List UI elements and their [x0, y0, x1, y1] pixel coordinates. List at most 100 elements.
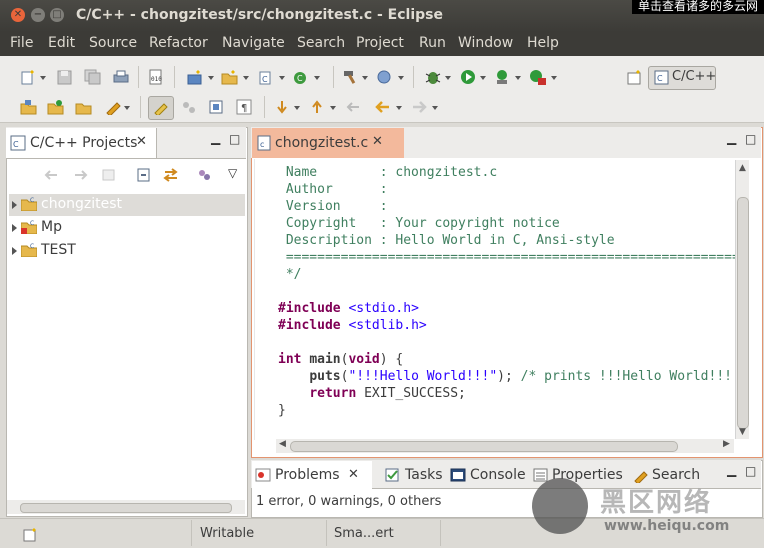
- dropdown-icon[interactable]: [445, 76, 451, 80]
- minimize-view-icon[interactable]: ▁: [727, 131, 736, 145]
- forward-nav-icon[interactable]: [72, 167, 90, 183]
- link-with-editor-icon[interactable]: [162, 167, 180, 183]
- dropdown-icon[interactable]: [243, 76, 249, 80]
- maximize-view-icon[interactable]: □: [229, 132, 240, 146]
- menu-help[interactable]: Help: [527, 35, 559, 51]
- maximize-view-icon[interactable]: □: [745, 132, 756, 146]
- editor-vscroll-thumb[interactable]: [737, 197, 749, 429]
- view-menu-icon[interactable]: ▽: [228, 166, 237, 180]
- window-maximize-button[interactable]: □: [50, 8, 64, 22]
- search-globe-icon[interactable]: [376, 69, 394, 85]
- close-icon[interactable]: ✕: [348, 467, 359, 482]
- new-wizard-icon[interactable]: [20, 69, 38, 85]
- debug-icon[interactable]: [424, 69, 442, 85]
- menu-bar: File Edit Source Refactor Navigate Searc…: [0, 32, 764, 56]
- build-hammer-icon[interactable]: [342, 69, 360, 85]
- project-item-mp[interactable]: C Mp: [9, 217, 245, 239]
- dropdown-icon[interactable]: [314, 76, 320, 80]
- block-selection-icon[interactable]: [207, 99, 225, 115]
- external-tools-icon[interactable]: [529, 69, 547, 85]
- tasks-icon[interactable]: [384, 467, 402, 483]
- menu-refactor[interactable]: Refactor: [149, 35, 208, 51]
- menu-edit[interactable]: Edit: [48, 35, 75, 51]
- dropdown-icon[interactable]: [432, 106, 438, 110]
- toolbar-separator: [174, 66, 175, 88]
- menu-source[interactable]: Source: [89, 35, 137, 51]
- code-editor[interactable]: Name : chongzitest.c Author : Version : …: [254, 159, 736, 440]
- close-icon[interactable]: ✕: [372, 134, 383, 149]
- fast-view-icon[interactable]: [22, 527, 40, 543]
- dropdown-icon[interactable]: [398, 76, 404, 80]
- expand-arrow-icon[interactable]: [12, 247, 17, 255]
- dropdown-icon[interactable]: [515, 76, 521, 80]
- new-class-icon[interactable]: C: [257, 69, 275, 85]
- dropdown-icon[interactable]: [330, 106, 336, 110]
- window-close-button[interactable]: ✕: [11, 8, 25, 22]
- console-icon[interactable]: [450, 467, 468, 483]
- watermark-url: www.heiqu.com: [604, 518, 730, 534]
- occurrences-icon[interactable]: [180, 99, 198, 115]
- editor-hscroll-thumb[interactable]: [290, 441, 678, 452]
- profile-icon[interactable]: [494, 69, 512, 85]
- open-project-icon[interactable]: [20, 99, 38, 115]
- close-icon[interactable]: ✕: [136, 134, 147, 149]
- search-icon[interactable]: [632, 467, 650, 483]
- open-element-icon[interactable]: [75, 99, 93, 115]
- last-edit-location-icon[interactable]: [345, 99, 363, 115]
- window-minimize-button[interactable]: −: [31, 8, 45, 22]
- code-line: Author :: [278, 182, 388, 197]
- scroll-right-icon[interactable]: ▶: [723, 439, 730, 449]
- tab-console[interactable]: Console: [470, 467, 526, 483]
- minimize-view-icon[interactable]: ▁: [727, 463, 736, 477]
- menu-run[interactable]: Run: [419, 35, 446, 51]
- dropdown-icon[interactable]: [294, 106, 300, 110]
- expand-arrow-icon[interactable]: [12, 224, 17, 232]
- scroll-left-icon[interactable]: ◀: [279, 439, 286, 449]
- scroll-up-icon[interactable]: ▲: [739, 163, 746, 173]
- project-item-test[interactable]: C TEST: [9, 240, 245, 262]
- dropdown-icon[interactable]: [279, 76, 285, 80]
- minimize-view-icon[interactable]: ▁: [211, 131, 220, 145]
- expand-arrow-icon[interactable]: [12, 201, 17, 209]
- dropdown-icon[interactable]: [124, 106, 130, 110]
- dropdown-icon[interactable]: [551, 76, 557, 80]
- scroll-down-icon[interactable]: ▼: [739, 427, 746, 437]
- collapse-all-icon[interactable]: [135, 167, 153, 183]
- code-line: Version :: [278, 199, 388, 214]
- new-source-icon[interactable]: C: [292, 69, 310, 85]
- dropdown-icon[interactable]: [362, 76, 368, 80]
- menu-file[interactable]: File: [10, 35, 33, 51]
- working-set-icon[interactable]: [196, 167, 214, 183]
- previous-annotation-icon[interactable]: [308, 99, 326, 115]
- next-annotation-icon[interactable]: [273, 99, 291, 115]
- menu-project[interactable]: Project: [356, 35, 404, 51]
- back-arrow-icon[interactable]: [374, 99, 392, 115]
- dropdown-icon[interactable]: [396, 106, 402, 110]
- menu-search[interactable]: Search: [297, 35, 345, 51]
- forward-arrow-icon[interactable]: [410, 99, 428, 115]
- dropdown-icon[interactable]: [208, 76, 214, 80]
- save-all-icon[interactable]: [84, 69, 102, 85]
- toggle-mark-icon[interactable]: [104, 99, 122, 115]
- tab-tasks[interactable]: Tasks: [405, 467, 443, 483]
- maximize-view-icon[interactable]: □: [745, 464, 756, 478]
- new-dropdown-icon[interactable]: [40, 76, 46, 80]
- save-icon[interactable]: [56, 69, 74, 85]
- new-cpp-project-icon[interactable]: [186, 69, 204, 85]
- open-type-icon[interactable]: [47, 99, 65, 115]
- project-item-chongzitest[interactable]: C chongzitest: [9, 194, 245, 216]
- show-whitespace-icon[interactable]: ¶: [235, 99, 253, 115]
- new-folder-icon[interactable]: [221, 69, 239, 85]
- build-binary-icon[interactable]: 010: [147, 69, 165, 85]
- run-icon[interactable]: [459, 69, 477, 85]
- dropdown-icon[interactable]: [480, 76, 486, 80]
- up-nav-icon[interactable]: [100, 167, 118, 183]
- back-nav-icon[interactable]: [43, 167, 61, 183]
- c-source-file-icon: c: [257, 135, 271, 151]
- menu-window[interactable]: Window: [458, 35, 513, 51]
- print-icon[interactable]: [112, 69, 130, 85]
- menu-navigate[interactable]: Navigate: [222, 35, 285, 51]
- open-perspective-icon[interactable]: [626, 69, 644, 85]
- project-hscroll-thumb[interactable]: [20, 503, 232, 513]
- tab-search[interactable]: Search: [652, 467, 700, 483]
